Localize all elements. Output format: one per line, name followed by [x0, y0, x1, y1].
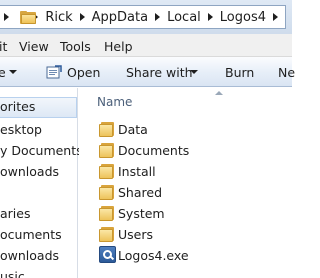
address-bar-strip: Rick AppData Local Logos4 — [0, 0, 292, 34]
new-folder-button[interactable]: Ne — [278, 65, 295, 80]
folder-icon — [99, 185, 115, 200]
address-bar[interactable]: Rick AppData Local Logos4 — [0, 5, 286, 29]
navigation-pane: orites esktop y Documents ownloads aries… — [0, 88, 83, 278]
breadcrumb-logos4[interactable]: Logos4 — [220, 10, 266, 25]
sort-indicator-icon — [215, 91, 223, 95]
column-header-name[interactable]: Name — [97, 95, 132, 109]
list-item-label: Users — [118, 227, 154, 242]
chevron-down-icon[interactable] — [190, 70, 198, 74]
list-item[interactable]: Install — [79, 161, 292, 182]
list-item[interactable]: Data — [79, 119, 292, 140]
menu-edit[interactable]: it — [0, 39, 7, 54]
breadcrumb-rick[interactable]: Rick — [45, 10, 72, 25]
breadcrumb-local[interactable]: Local — [167, 10, 201, 25]
nav-item-documents[interactable]: ocuments — [0, 227, 62, 242]
command-bar: e Open Share with Burn Ne — [0, 57, 295, 87]
burn-button[interactable]: Burn — [225, 65, 254, 80]
breadcrumb-arrow-icon[interactable] — [273, 13, 278, 21]
nav-item-downloads-library[interactable]: ownloads — [0, 248, 59, 263]
list-item-label: Install — [118, 164, 156, 179]
menu-help[interactable]: Help — [104, 39, 133, 54]
folder-icon — [99, 143, 115, 158]
file-list: Name Data Documents Install Shared Syste… — [79, 88, 292, 278]
menu-bar: it View Tools Help — [0, 34, 292, 57]
list-item-label: Documents — [118, 143, 190, 158]
exe-icon — [99, 246, 116, 263]
folder-icon — [99, 122, 115, 137]
list-item-label: Data — [118, 122, 148, 137]
folder-icon — [99, 206, 115, 221]
list-item[interactable]: Documents — [79, 140, 292, 161]
open-icon — [46, 64, 62, 80]
nav-item-libraries[interactable]: aries — [0, 206, 30, 221]
list-item[interactable]: Shared — [79, 182, 292, 203]
list-item-label: Shared — [118, 185, 163, 200]
menu-view[interactable]: View — [19, 39, 49, 54]
menu-tools[interactable]: Tools — [60, 39, 91, 54]
nav-item-favorites[interactable]: orites — [0, 99, 35, 114]
chevron-down-icon[interactable] — [9, 70, 17, 74]
folder-icon — [99, 227, 115, 242]
share-with-button[interactable]: Share with — [126, 65, 193, 80]
open-button[interactable]: Open — [67, 65, 100, 80]
nav-item-desktop[interactable]: esktop — [0, 122, 42, 137]
breadcrumb-arrow-icon[interactable] — [4, 13, 9, 21]
list-item[interactable]: Users — [79, 224, 292, 245]
nav-item-my-documents[interactable]: y Documents — [0, 143, 83, 158]
nav-item-music[interactable]: usic — [0, 269, 25, 278]
folder-icon — [99, 164, 115, 179]
list-item[interactable]: Logos4.exe — [79, 245, 292, 266]
breadcrumb-appdata[interactable]: AppData — [92, 10, 148, 25]
breadcrumb-arrow-icon[interactable] — [79, 13, 85, 21]
nav-item-downloads[interactable]: ownloads — [0, 164, 59, 179]
organize-button[interactable]: e — [0, 65, 6, 80]
list-item-label: System — [118, 206, 165, 221]
list-item[interactable]: System — [79, 203, 292, 224]
breadcrumb-arrow-icon[interactable] — [155, 13, 161, 21]
breadcrumb-arrow-icon[interactable] — [207, 13, 213, 21]
list-item-label: Logos4.exe — [118, 248, 189, 263]
folder-icon — [20, 10, 36, 24]
